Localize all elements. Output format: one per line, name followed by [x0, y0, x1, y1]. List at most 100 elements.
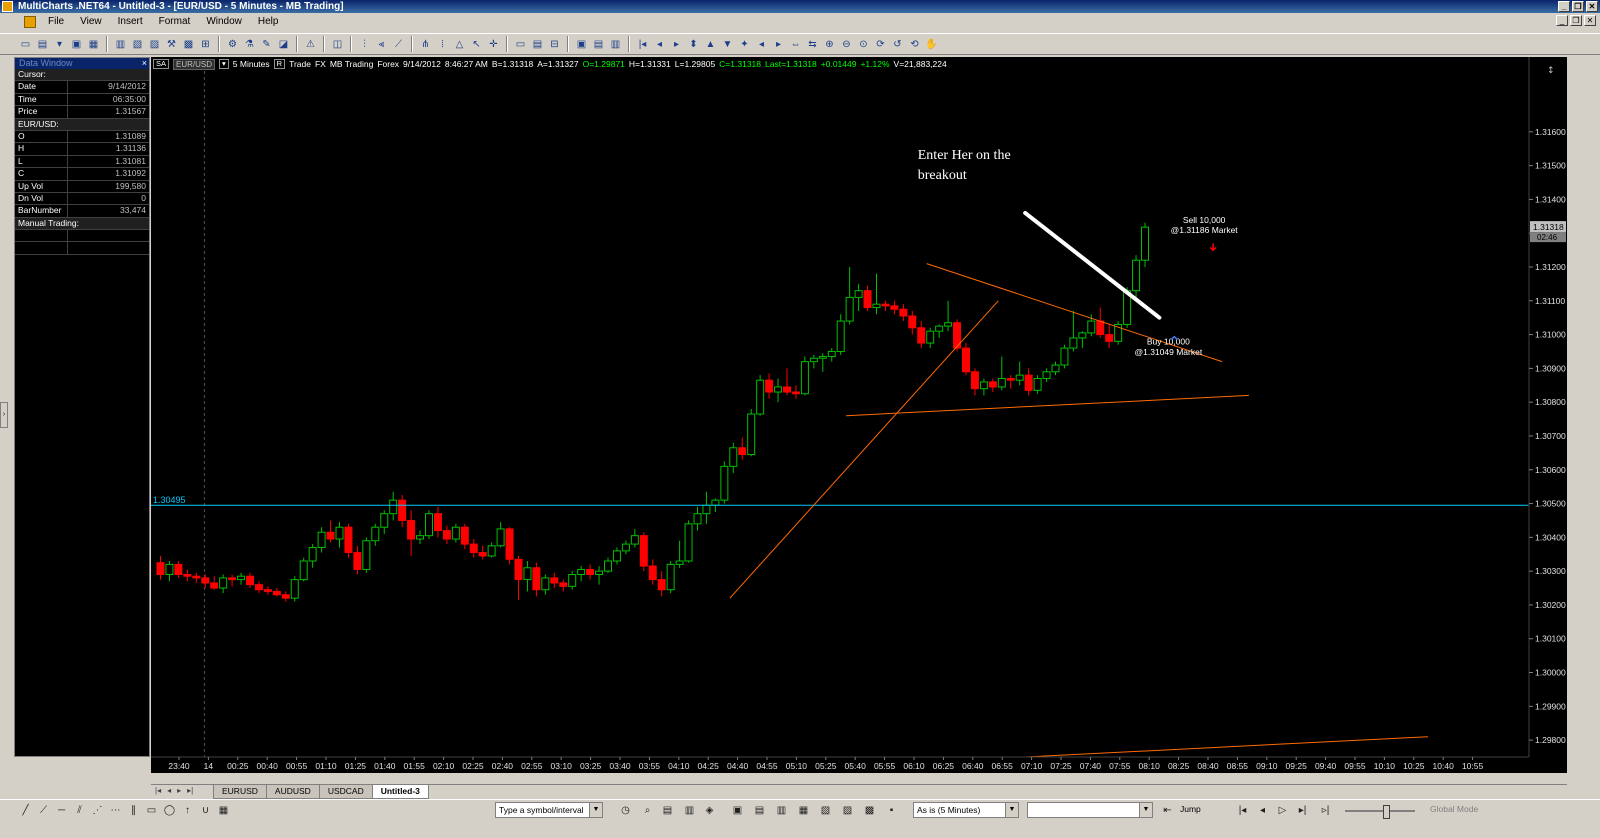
chevron-down-icon[interactable]: ▾ [219, 59, 229, 69]
icon-f[interactable]: ▨ [840, 803, 855, 818]
right-scrollbar[interactable] [1567, 57, 1581, 773]
symbol-label[interactable]: EUR/USD [173, 58, 216, 70]
tab-audusd[interactable]: AUDUSD [265, 785, 320, 799]
document-icon[interactable] [24, 16, 36, 28]
menu-format[interactable]: Format [151, 13, 199, 31]
trend-tool-icon[interactable]: ⋯ [108, 803, 123, 818]
price-chart-svg[interactable]: 1.30495 Enter Her on the breakout Sell 10,0… [151, 57, 1567, 773]
tab-eurusd[interactable]: EURUSD [213, 785, 267, 799]
point-figure-icon[interactable]: ⋔ [418, 37, 433, 52]
first-icon[interactable]: |◂ [1235, 803, 1250, 818]
last-tab-icon[interactable]: ▸| [187, 786, 193, 795]
line-tool-icon[interactable]: ╱ [18, 803, 33, 818]
icon-h[interactable]: ▪ [884, 803, 899, 818]
tile-icon[interactable]: ▤ [591, 37, 606, 52]
rewind-icon[interactable]: ↺ [890, 37, 905, 52]
order-icon[interactable]: ⚒ [164, 37, 179, 52]
panel-splitter[interactable]: › [0, 402, 8, 428]
insert-indicator-icon[interactable]: ⚙ [225, 37, 240, 52]
candle-icon[interactable]: ⫷ [374, 37, 389, 52]
search-tool-icon[interactable]: ⌕ [640, 803, 655, 818]
prev-bar-icon[interactable]: ◂ [1255, 803, 1270, 818]
volume-icon[interactable]: ⦙ [435, 37, 450, 52]
scroll-right-icon[interactable]: ▸ [669, 37, 684, 52]
dropdown-icon[interactable]: ▾ [52, 37, 67, 52]
channel-tool-icon[interactable]: ⫽ [72, 803, 87, 818]
minimize-button[interactable]: _ [1558, 1, 1570, 12]
icon-g[interactable]: ▩ [862, 803, 877, 818]
global-mode-button[interactable]: Global Mode [1430, 804, 1478, 814]
jump-button[interactable]: Jump [1180, 804, 1201, 814]
print-icon[interactable]: ▦ [86, 37, 101, 52]
bar-spacing-icon[interactable]: ⇔ [788, 37, 803, 52]
signal-icon[interactable]: ⚗ [242, 37, 257, 52]
close-icon[interactable]: × [142, 58, 147, 69]
next-icon[interactable]: ▸ [771, 37, 786, 52]
ellipse-tool-icon[interactable]: ◯ [162, 803, 177, 818]
menu-view[interactable]: View [72, 13, 110, 31]
chart-window-icon[interactable]: ▥ [113, 37, 128, 52]
open-icon[interactable]: ▤ [35, 37, 50, 52]
menu-help[interactable]: Help [250, 13, 287, 31]
clock-icon[interactable]: ◷ [618, 803, 633, 818]
candle-style-icon[interactable]: ▥ [682, 803, 697, 818]
comment-icon[interactable]: ▭ [513, 37, 528, 52]
alert-icon[interactable]: ⚠ [303, 37, 318, 52]
icon-c[interactable]: ▥ [774, 803, 789, 818]
cross-icon[interactable]: ✛ [486, 37, 501, 52]
chart-area[interactable]: 1.30495 Enter Her on the breakout Sell 10,0… [151, 57, 1567, 773]
tab-usdcad[interactable]: USDCAD [318, 785, 373, 799]
sa-button[interactable]: SA [153, 59, 170, 69]
cascade-icon[interactable]: ▥ [608, 37, 623, 52]
arrows-icon[interactable]: ⬍ [686, 37, 701, 52]
tab-untitled-3[interactable]: Untitled-3 [371, 785, 429, 799]
chevron-down-icon[interactable]: ▼ [1139, 803, 1152, 817]
scroll-start-icon[interactable]: |◂ [635, 37, 650, 52]
menu-window[interactable]: Window [198, 13, 250, 31]
mdi-minimize-button[interactable]: _ [1556, 15, 1568, 26]
down-icon[interactable]: ▼ [720, 37, 735, 52]
next-tab-icon[interactable]: ▸ [177, 786, 181, 795]
realtime-badge[interactable]: R [273, 59, 286, 69]
study-icon[interactable]: ◪ [276, 37, 291, 52]
hline-tool-icon[interactable]: ─ [54, 803, 69, 818]
strategy-icon[interactable]: ✎ [259, 37, 274, 52]
marker-icon[interactable]: ✦ [737, 37, 752, 52]
next-bar-icon[interactable]: ▸| [1295, 803, 1310, 818]
prev-icon[interactable]: ◂ [754, 37, 769, 52]
compress-icon[interactable]: ⇆ [805, 37, 820, 52]
close-button[interactable]: ✕ [1586, 1, 1598, 12]
arrow-up-tool-icon[interactable]: ↑ [180, 803, 195, 818]
grid-tool-icon[interactable]: ▦ [216, 803, 231, 818]
zoom-out-icon[interactable]: ⊖ [839, 37, 854, 52]
ray-tool-icon[interactable]: ⟋ [36, 803, 51, 818]
replay-icon[interactable]: ⟲ [907, 37, 922, 52]
interval-combo[interactable]: As is (5 Minutes) ▼ [913, 802, 1019, 818]
mdi-close-button[interactable]: ✕ [1584, 15, 1596, 26]
grid-icon[interactable]: ⊟ [547, 37, 562, 52]
prev-tab-icon[interactable]: ◂ [167, 786, 171, 795]
zoom-in-icon[interactable]: ⊕ [822, 37, 837, 52]
bar-style-icon[interactable]: ⫶ [357, 37, 372, 52]
empty-combo[interactable]: ▼ [1027, 802, 1153, 818]
first-tab-icon[interactable]: |◂ [155, 786, 161, 795]
line-icon[interactable]: ⟋ [391, 37, 406, 52]
icon-e[interactable]: ▧ [818, 803, 833, 818]
play-icon[interactable]: ▷ [1275, 803, 1290, 818]
portfolio-icon[interactable]: ▩ [181, 37, 196, 52]
format-icon[interactable]: ◫ [330, 37, 345, 52]
magnet-icon[interactable]: ∪ [198, 803, 213, 818]
up-icon[interactable]: ▲ [703, 37, 718, 52]
delta-icon[interactable]: △ [452, 37, 467, 52]
hand-icon[interactable]: ✋ [924, 37, 939, 52]
zoom-icon[interactable]: ⊙ [856, 37, 871, 52]
rectangle-tool-icon[interactable]: ▭ [144, 803, 159, 818]
tick-icon[interactable]: ◈ [702, 803, 717, 818]
chevron-down-icon[interactable]: ▼ [589, 803, 602, 817]
new-chart-icon[interactable]: ▭ [18, 37, 33, 52]
speed-slider[interactable] [1345, 805, 1415, 819]
sync-icon[interactable]: ⟳ [873, 37, 888, 52]
menu-file[interactable]: File [40, 13, 72, 31]
dom-icon[interactable]: ▨ [147, 37, 162, 52]
vol-icon[interactable]: ▤ [660, 803, 675, 818]
